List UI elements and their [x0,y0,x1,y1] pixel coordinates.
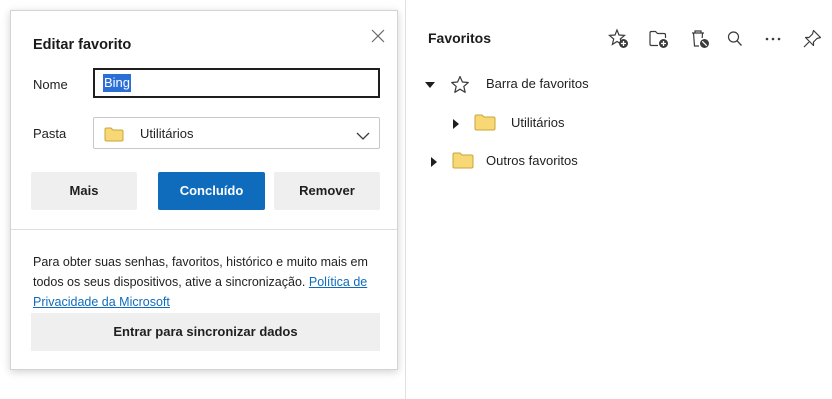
favorites-panel: Favoritos Barra de favoritos Utilitários… [406,0,832,399]
done-button[interactable]: Concluído [158,172,265,210]
remove-button[interactable]: Remover [274,172,380,210]
edit-favorite-dialog: Editar favorito Nome Bing Pasta Utilitár… [10,10,398,370]
folder-dropdown[interactable]: Utilitários [93,117,380,149]
folder-icon [104,127,124,147]
more-button[interactable]: Mais [31,172,137,210]
tree-item-favorites-bar[interactable]: Barra de favoritos [424,72,724,96]
divider [11,229,397,230]
folder-dropdown-value: Utilitários [140,126,194,141]
star-outline-icon [450,75,470,99]
folder-icon [452,152,474,174]
tree-item-label: Utilitários [511,115,565,130]
caret-right-icon[interactable] [450,117,462,135]
search-icon[interactable] [724,28,746,50]
dialog-title: Editar favorito [33,37,132,53]
tree-item-other-favorites[interactable]: Outros favoritos [428,149,728,173]
sign-in-sync-button[interactable]: Entrar para sincronizar dados [31,313,380,351]
pin-icon[interactable] [801,28,823,50]
name-label: Nome [33,77,68,92]
folder-icon [474,114,496,136]
add-favorite-icon[interactable] [608,28,630,50]
tree-item-utilities[interactable]: Utilitários [450,111,730,135]
more-icon[interactable] [762,28,784,50]
favorites-title: Favoritos [428,30,492,46]
caret-down-icon[interactable] [424,78,436,96]
name-field-value: Bing [103,74,132,92]
tree-item-label: Barra de favoritos [486,76,589,91]
close-icon[interactable] [369,27,387,45]
folder-label: Pasta [33,126,67,141]
sync-description: Para obter suas senhas, favoritos, histó… [33,252,378,312]
tree-item-label: Outros favoritos [486,153,578,168]
name-field[interactable]: Bing [93,68,380,98]
delete-favorite-icon[interactable] [689,28,711,50]
caret-right-icon[interactable] [428,155,440,173]
add-folder-icon[interactable] [648,28,670,50]
chevron-down-icon [356,128,370,146]
